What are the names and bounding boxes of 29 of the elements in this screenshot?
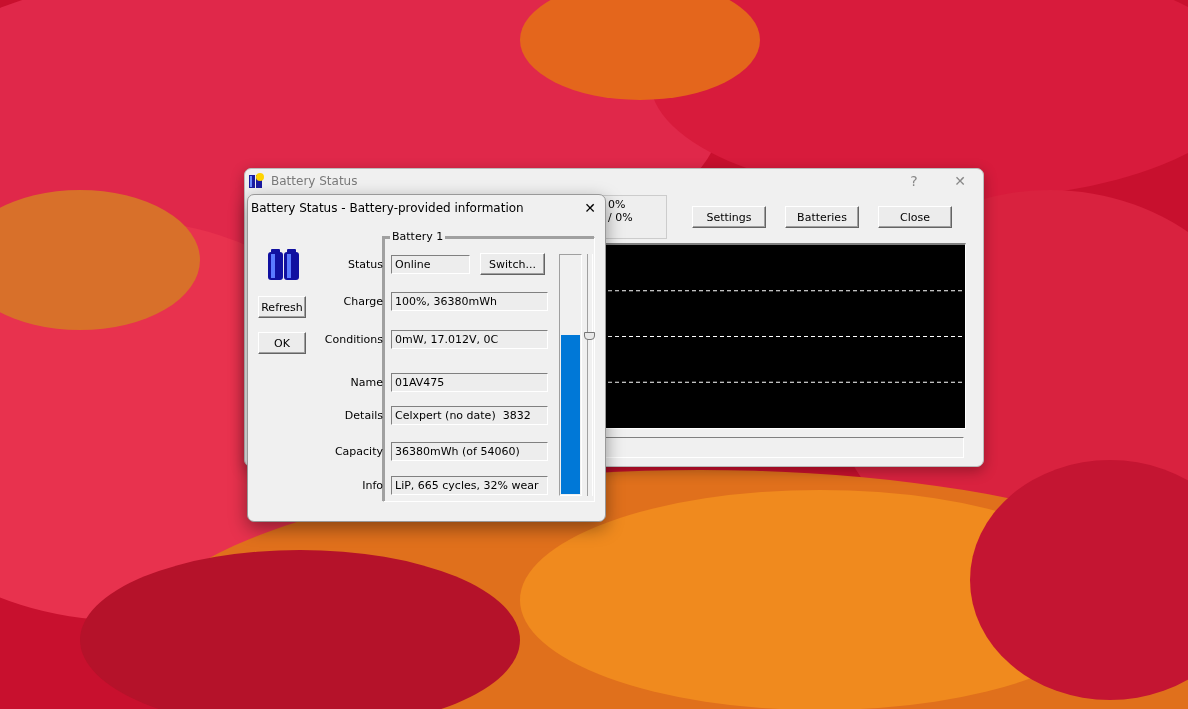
- field-label: Info: [361, 478, 383, 492]
- slider-thumb[interactable]: [584, 331, 595, 340]
- value-field: Online: [391, 254, 470, 274]
- summary-text: / 0%: [607, 211, 634, 224]
- field-label: Charge: [342, 294, 383, 308]
- battery-app-icon: [248, 172, 265, 190]
- value-field: 0mW, 17.012V, 0C: [391, 329, 548, 349]
- dialog-button[interactable]: Refresh: [258, 296, 306, 318]
- value-field: LiP, 665 cycles, 32% wear: [391, 475, 548, 495]
- summary-text: 0%: [607, 198, 627, 211]
- close-button[interactable]: ✕: [575, 200, 605, 216]
- window-button[interactable]: Settings: [692, 206, 766, 228]
- batteries-icon: [267, 248, 301, 282]
- value-field: 36380mWh (of 54060): [391, 441, 548, 461]
- field-label: Name: [349, 375, 383, 389]
- group-title: Battery 1: [390, 230, 446, 243]
- value-field: Celxpert (no date) 3832: [391, 405, 548, 425]
- dialog-title: Battery Status - Battery-provided information: [251, 201, 525, 215]
- dialog-button[interactable]: OK: [258, 332, 306, 354]
- value-field: 01AV475: [391, 372, 548, 392]
- window-button[interactable]: Batteries: [785, 206, 859, 228]
- field-label: Details: [343, 408, 383, 422]
- window-button[interactable]: Close: [878, 206, 952, 228]
- window-title: Battery Status: [271, 174, 359, 188]
- field-label: Status: [346, 257, 383, 271]
- switch-button[interactable]: Switch...: [480, 253, 545, 275]
- value-field: 100%, 36380mWh: [391, 291, 548, 311]
- field-label: Conditions: [323, 332, 383, 346]
- field-label: Capacity: [333, 444, 383, 458]
